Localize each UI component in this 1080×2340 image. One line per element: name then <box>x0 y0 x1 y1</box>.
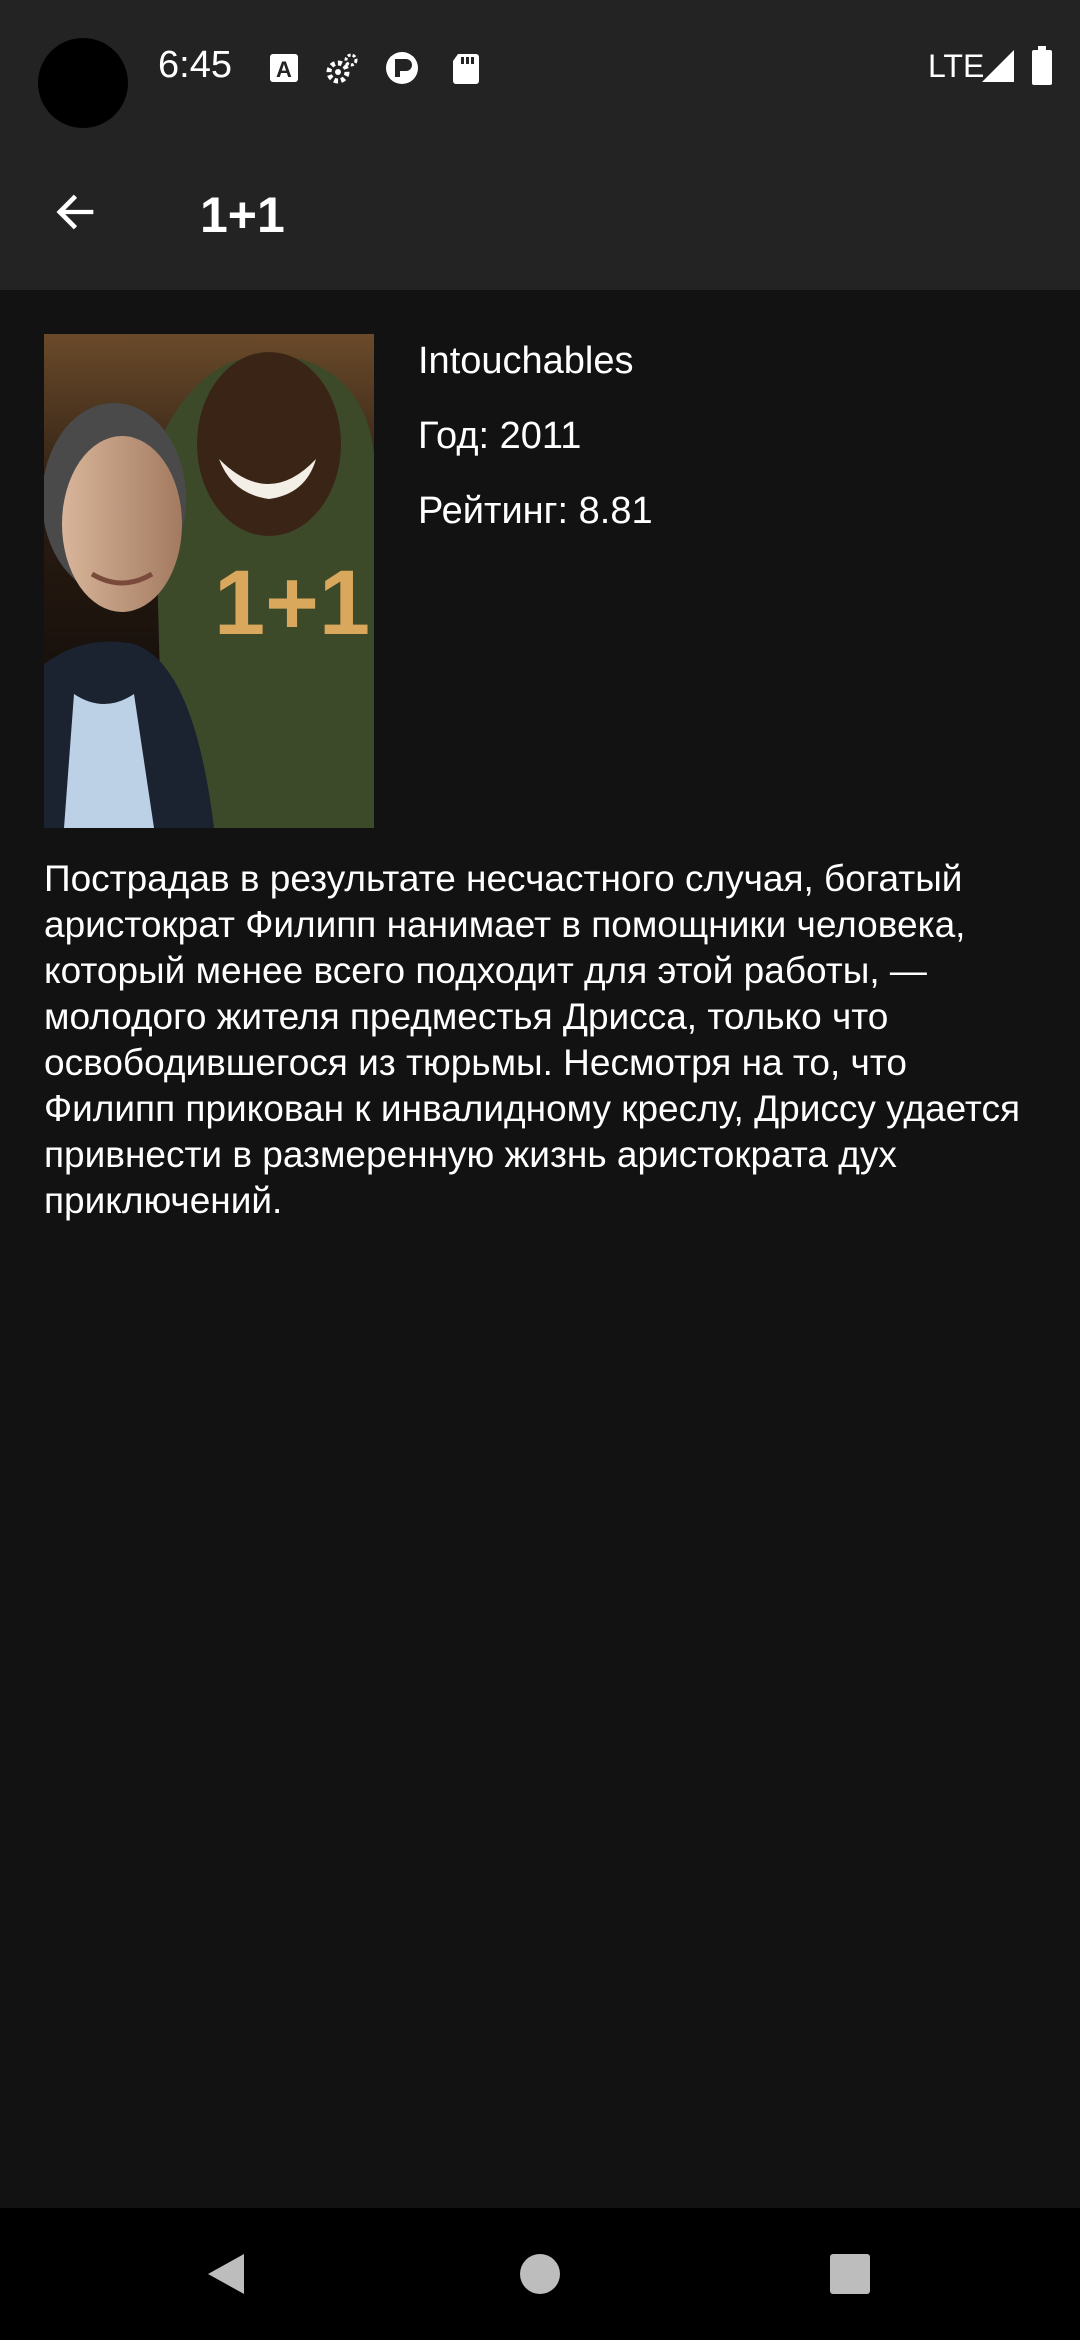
movie-info: Intouchables Год: 2011 Рейтинг: 8.81 <box>418 336 653 561</box>
status-time: 6:45 <box>158 44 232 86</box>
movie-description: Пострадав в результате несчастного случа… <box>44 858 1021 1221</box>
camera-cutout <box>38 38 128 128</box>
circle-p-icon <box>386 52 418 84</box>
arrow-left-icon <box>56 194 94 230</box>
original-title: Intouchables <box>418 340 634 382</box>
back-triangle-icon <box>208 2254 244 2294</box>
svg-text:A: A <box>276 57 292 82</box>
signal-icon <box>982 50 1014 82</box>
network-type: LTE <box>928 48 985 84</box>
home-circle-icon <box>520 2254 560 2294</box>
nav-recents-button[interactable] <box>800 2230 900 2318</box>
sd-card-icon <box>453 54 479 84</box>
battery-icon <box>1032 46 1052 85</box>
page-title: 1+1 <box>200 187 285 243</box>
recents-square-icon <box>830 2254 870 2294</box>
movie-rating: Рейтинг: 8.81 <box>418 490 653 532</box>
app-bar <box>0 140 1080 290</box>
poster-image: 1+1 <box>44 334 374 828</box>
nav-home-button[interactable] <box>490 2230 590 2318</box>
settings-cog-icon <box>326 53 358 84</box>
poster-title-text: 1+1 <box>214 552 370 654</box>
font-badge-icon: A <box>270 54 298 82</box>
nav-back-button[interactable] <box>176 2230 276 2318</box>
back-button[interactable] <box>34 170 118 254</box>
movie-year: Год: 2011 <box>418 415 582 457</box>
movie-poster: 1+1 <box>44 334 374 828</box>
